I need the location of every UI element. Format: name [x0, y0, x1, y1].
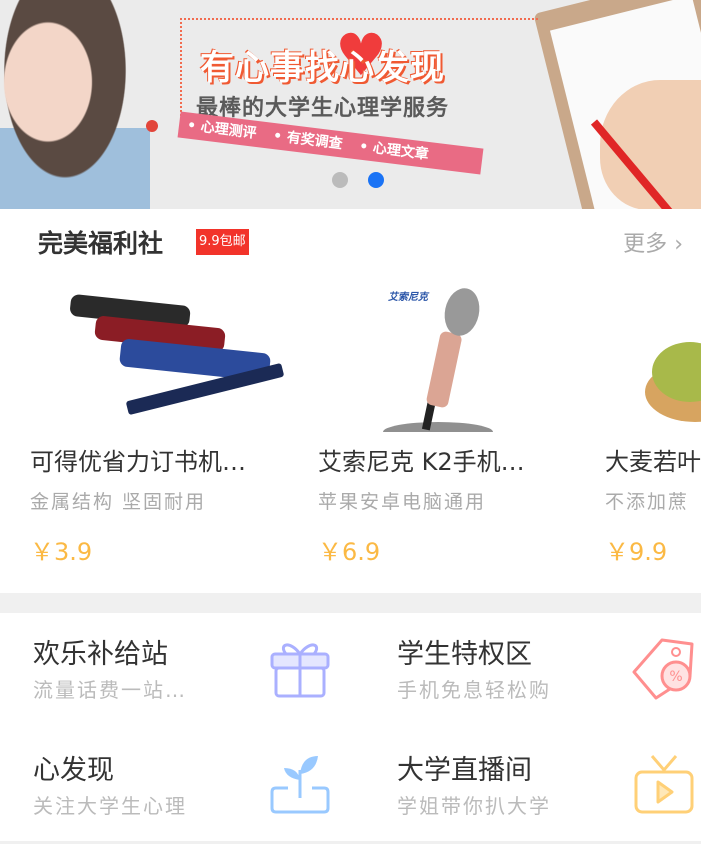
free-shipping-badge: 9.9包邮 — [196, 229, 249, 255]
carousel-dot-2-active[interactable] — [368, 172, 384, 188]
svg-text:%: % — [669, 669, 682, 685]
chevron-right-icon: › — [674, 232, 683, 257]
sprout-icon — [270, 756, 330, 814]
tile-happy-supply[interactable]: 欢乐补给站 流量话费一站… — [0, 616, 350, 726]
tile-name: 欢乐补给站 — [33, 639, 168, 670]
product-card[interactable]: 可得优省力订书机… 金属结构 坚固耐用 ￥3.9 — [30, 282, 300, 582]
barley-image — [645, 342, 701, 422]
section-title: 完美福利社 — [38, 229, 164, 258]
banner-headline: 有心事找心发现 — [200, 48, 445, 88]
section-divider — [0, 593, 701, 613]
tile-student-privilege[interactable]: 学生特权区 手机免息轻松购 % — [364, 616, 701, 726]
product-subtitle: 不添加蔗 — [605, 491, 690, 513]
ribbon-tag: • 心理测评 — [186, 117, 258, 142]
more-label: 更多 — [623, 232, 668, 257]
tile-name: 大学直播间 — [397, 755, 532, 786]
discount-tag-icon: % — [632, 638, 694, 700]
product-card[interactable]: 艾索尼克 艾索尼克 K2手机… 苹果安卓电脑通用 ￥6.9 — [318, 282, 588, 582]
microphone-image — [383, 288, 493, 442]
product-image-microphone: 艾索尼克 — [318, 282, 588, 442]
carousel-dot-1[interactable] — [332, 172, 348, 188]
girl-illustration — [0, 0, 150, 209]
pin-icon — [146, 120, 158, 132]
ribbon-tag: • 心理文章 — [358, 138, 430, 163]
stapler-image — [70, 294, 284, 415]
tile-heart-discovery[interactable]: 心发现 关注大学生心理 — [0, 732, 350, 842]
tile-desc: 关注大学生心理 — [33, 794, 187, 818]
product-price: ￥3.9 — [30, 538, 93, 566]
tile-name: 心发现 — [33, 755, 114, 786]
product-title: 艾索尼克 K2手机… — [318, 448, 525, 476]
product-title: 可得优省力订书机… — [30, 448, 246, 476]
product-subtitle: 金属结构 坚固耐用 — [30, 491, 207, 513]
gift-icon — [270, 643, 330, 698]
ribbon-tag: • 有奖调查 — [272, 128, 344, 153]
tv-play-icon — [634, 755, 694, 814]
tile-name: 学生特权区 — [397, 639, 532, 670]
tile-desc: 流量话费一站… — [33, 678, 187, 702]
product-price: ￥6.9 — [318, 538, 381, 566]
tile-desc: 手机免息轻松购 — [397, 678, 551, 702]
tile-university-live[interactable]: 大学直播间 学姐带你扒大学 — [364, 732, 701, 842]
product-title: 大麦若叶 — [605, 448, 701, 476]
brand-logo: 艾索尼克 — [388, 292, 428, 303]
banner-carousel[interactable]: ♥ 有心事找心发现 最棒的大学生心理学服务 • 心理测评 • 有奖调查 • 心理… — [0, 0, 701, 209]
product-price: ￥9.9 — [605, 538, 668, 566]
tile-desc: 学姐带你扒大学 — [397, 794, 551, 818]
product-image-stapler — [30, 282, 300, 432]
product-image-barley — [605, 282, 701, 432]
product-subtitle: 苹果安卓电脑通用 — [318, 491, 487, 513]
more-link[interactable]: 更多 › — [623, 226, 683, 258]
product-card[interactable]: 大麦若叶 不添加蔗 ￥9.9 — [605, 282, 701, 582]
